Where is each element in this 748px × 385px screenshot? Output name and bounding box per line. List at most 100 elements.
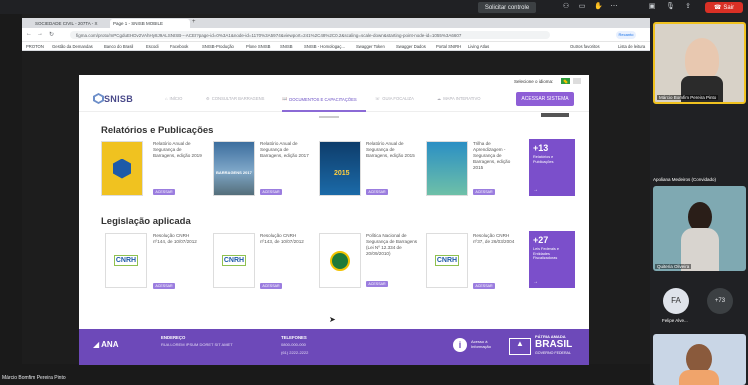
profile-button[interactable]: Recanto bbox=[616, 31, 636, 39]
participant-name: Márcio Bomfim Pereira Pinto bbox=[657, 95, 719, 100]
avatar bbox=[685, 38, 719, 80]
bookmark-item[interactable]: Outros favoritos bbox=[570, 44, 600, 49]
logo-text: SNISB bbox=[104, 93, 134, 104]
bookmark-item[interactable]: Swagger Token bbox=[356, 44, 385, 49]
language-label: Selecione o idioma: bbox=[514, 79, 554, 84]
mic-icon[interactable]: 🎙 bbox=[666, 3, 675, 11]
access-system-button[interactable]: ACESSAR SISTEMA bbox=[516, 92, 574, 106]
flag-icon[interactable] bbox=[573, 78, 581, 84]
ana-logo[interactable]: ◢ ANA bbox=[93, 340, 119, 349]
participant-tile[interactable]: Quiteria Oliveira bbox=[653, 186, 746, 271]
camera-icon[interactable]: ▣ bbox=[648, 3, 656, 11]
acessar-button[interactable]: ACESSAR bbox=[153, 283, 175, 289]
info-icon[interactable]: i bbox=[453, 338, 467, 352]
legislation-cover[interactable]: CNRH bbox=[426, 233, 468, 288]
more-reports-card[interactable]: +13 Relatórios e Publicações → bbox=[529, 139, 575, 196]
nav-item-mapa[interactable]: ☁ MAPA INTERATIVO bbox=[437, 96, 481, 101]
book-icon: 📖 bbox=[282, 96, 288, 101]
flag-icon[interactable] bbox=[561, 78, 570, 84]
phone-label: TELEFONES bbox=[281, 335, 307, 340]
nav-item-guia[interactable]: ☏ GUIA FOCALIZA bbox=[375, 96, 414, 101]
legislation-card: CNRH Resolução CNRH nº144, de 10/07/2012… bbox=[105, 233, 205, 293]
home-icon: ⌂ bbox=[165, 96, 168, 101]
chat-icon[interactable]: ▭ bbox=[578, 3, 586, 11]
snisb-site: Selecione o idioma: SNISB ⌂ INÍCIO ⚙ CONSU… bbox=[79, 75, 589, 365]
participants-panel: Márcio Bomfim Pereira Pinto Apoliana Med… bbox=[650, 14, 748, 385]
bookmark-item[interactable]: SNISB-Produção bbox=[202, 44, 234, 49]
more-count: +27 bbox=[533, 235, 549, 245]
acessar-button[interactable]: ACESSAR bbox=[473, 189, 495, 195]
request-control-button[interactable]: Solicitar controle bbox=[478, 2, 536, 13]
bookmark-item[interactable]: Portal SNIRH bbox=[436, 44, 461, 49]
arrow-right-icon: → bbox=[533, 187, 538, 193]
presenter-name: Márcio Bomfim Pereira Pinto bbox=[2, 375, 66, 381]
address-value: RUA LOREM IPSUM DORET SIT AMET bbox=[161, 342, 233, 347]
address-bar-row: ← → ↻ figma.com/proto/mPCgduEHDv2VAhHy8J… bbox=[22, 28, 650, 42]
bookmark-item[interactable]: SNISB - Homologaç... bbox=[304, 44, 345, 49]
meeting-toolbar: Solicitar controle ⚇ ▭ ✋ ⋯ ▣ 🎙 ⇪ ☎ Sair bbox=[0, 0, 748, 14]
share-icon[interactable]: ⇪ bbox=[684, 3, 692, 11]
bookmark-item[interactable]: Banco do Brasil bbox=[104, 44, 133, 49]
participant-name: Quiteria Oliveira bbox=[655, 264, 692, 269]
acessar-button[interactable]: ACESSAR bbox=[473, 283, 495, 289]
reports-section-title: Relatórios e Publicações bbox=[101, 125, 214, 136]
more-legislation-card[interactable]: +27 Leis Federais e Entidades Fiscalizad… bbox=[529, 231, 575, 288]
back-icon[interactable]: ← bbox=[26, 31, 32, 37]
acessar-button[interactable]: ACESSAR bbox=[153, 189, 175, 195]
bookmark-item[interactable]: Escodi bbox=[146, 44, 159, 49]
shared-browser-window: SOCIEDADE CIVIL - 207TA - X Page 1 - SNI… bbox=[22, 14, 650, 365]
leave-button[interactable]: ☎ Sair bbox=[705, 2, 743, 13]
brasao-icon bbox=[330, 250, 350, 271]
scroll-indicator bbox=[319, 116, 339, 118]
legislation-card: Política Nacional de Segurança de Barrag… bbox=[319, 233, 419, 293]
acessar-button[interactable]: ACESSAR bbox=[366, 189, 388, 195]
bookmark-item[interactable]: Living Atlas bbox=[468, 44, 489, 49]
bookmark-item[interactable]: Lista de leitura bbox=[618, 44, 645, 49]
people-icon[interactable]: ⚇ bbox=[562, 3, 570, 11]
acessar-button[interactable]: ACESSAR bbox=[260, 283, 282, 289]
more-icon[interactable]: ⋯ bbox=[610, 3, 618, 11]
report-cover[interactable]: BARRAGENS 2017 bbox=[213, 141, 255, 196]
snisb-logo[interactable]: SNISB bbox=[93, 93, 133, 104]
more-participants-button[interactable]: +73 bbox=[707, 288, 733, 314]
report-cover[interactable]: 2015 bbox=[319, 141, 361, 196]
acessar-button[interactable]: ACESSAR bbox=[260, 189, 282, 195]
new-tab-icon[interactable]: + bbox=[192, 19, 196, 25]
legislation-title: Resolução CNRH nº143, de 10/07/2012 bbox=[260, 233, 304, 244]
gear-icon: ⚙ bbox=[206, 96, 210, 101]
bookmark-item[interactable]: PROTON bbox=[26, 44, 44, 49]
nav-item-consultar[interactable]: ⚙ CONSULTAR BARRAGENS bbox=[206, 96, 264, 101]
bookmark-item[interactable]: Swagger Dados bbox=[396, 44, 426, 49]
legislation-cover[interactable] bbox=[319, 233, 361, 288]
phone-2: (61) 2222-2222 bbox=[281, 350, 309, 355]
browser-tab-bar: SOCIEDADE CIVIL - 207TA - X Page 1 - SNI… bbox=[22, 18, 650, 28]
report-card: 2015 Relatório Anual de Segurança de Bar… bbox=[319, 141, 419, 201]
participant-tile[interactable]: Márcio Bomfim Pereira Pinto bbox=[653, 22, 746, 104]
legislation-cover[interactable]: CNRH bbox=[105, 233, 147, 288]
report-card: BARRAGENS 2017 Relatório Anual de Segura… bbox=[213, 141, 313, 201]
url-input[interactable]: figma.com/proto/mPCgduEHDv2VAhHy8J9ALSNI… bbox=[70, 31, 550, 39]
info-access-link[interactable]: Acesso à Informação bbox=[471, 339, 501, 349]
bookmark-item[interactable]: Plone SNISB bbox=[246, 44, 270, 49]
nav-item-inicio[interactable]: ⌂ INÍCIO bbox=[165, 96, 182, 101]
legislation-cover[interactable]: CNRH bbox=[213, 233, 255, 288]
report-cover[interactable] bbox=[101, 141, 143, 196]
more-label: Leis Federais e Entidades Fiscalizadoras bbox=[533, 247, 559, 261]
forward-icon[interactable]: → bbox=[37, 31, 43, 37]
bookmark-item[interactable]: Facebook bbox=[170, 44, 188, 49]
gov-line3: GOVERNO FEDERAL bbox=[535, 351, 571, 355]
more-count: +13 bbox=[533, 143, 549, 153]
avatar-initials[interactable]: FA bbox=[663, 288, 689, 314]
bookmark-item[interactable]: Gestão da Demandas bbox=[52, 44, 93, 49]
browser-tab-active[interactable]: Page 1 - SNISB MOBILE bbox=[110, 19, 190, 28]
acessar-button[interactable]: ACESSAR bbox=[366, 281, 388, 287]
report-cover[interactable] bbox=[426, 141, 468, 196]
bookmark-item[interactable]: SNISB bbox=[280, 44, 293, 49]
raise-hand-icon[interactable]: ✋ bbox=[594, 3, 603, 11]
nav-item-documentos[interactable]: 📖 DOCUMENTOS E CAPACITAÇÕES bbox=[282, 96, 357, 102]
browser-tab[interactable]: SOCIEDADE CIVIL - 207TA - X bbox=[32, 19, 108, 28]
map-icon: ☁ bbox=[437, 96, 442, 101]
reload-icon[interactable]: ↻ bbox=[49, 31, 54, 38]
participant-tile[interactable] bbox=[653, 334, 746, 385]
address-label: ENDEREÇO bbox=[161, 335, 186, 340]
